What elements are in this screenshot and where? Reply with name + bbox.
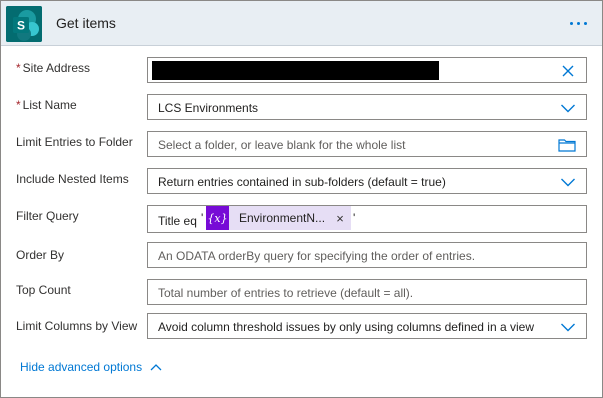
- top-count-label: Top Count: [16, 283, 71, 297]
- order-by-placeholder: An ODATA orderBy query for specifying th…: [158, 249, 476, 263]
- include-nested-dropdown[interactable]: Return entries contained in sub-folders …: [147, 168, 587, 194]
- limit-folder-label: Limit Entries to Folder: [16, 135, 133, 149]
- limit-columns-dropdown[interactable]: Avoid column threshold issues by only us…: [147, 313, 587, 339]
- filter-query-field[interactable]: Title eq ' {x} EnvironmentN... × ': [147, 205, 587, 233]
- sharepoint-letter: S: [17, 19, 25, 33]
- list-name-dropdown[interactable]: LCS Environments: [147, 94, 587, 120]
- redacted-value: [152, 61, 439, 80]
- sharepoint-icon: S: [6, 6, 42, 42]
- advanced-link-label: Hide advanced options: [20, 360, 143, 374]
- order-by-label: Order By: [16, 248, 65, 262]
- order-by-row: Order By An ODATA orderBy query for spec…: [1, 242, 602, 268]
- include-nested-row: Include Nested Items Return entries cont…: [1, 168, 602, 194]
- site-address-label: * Site Address: [16, 61, 91, 75]
- limit-folder-placeholder: Select a folder, or leave blank for the …: [158, 138, 406, 152]
- more-options-button[interactable]: [563, 13, 593, 33]
- limit-folder-row: Limit Entries to Folder Select a folder,…: [1, 131, 602, 157]
- card-header[interactable]: S Get items: [1, 1, 602, 46]
- site-address-field[interactable]: [147, 57, 587, 83]
- list-name-label: * List Name: [16, 98, 77, 112]
- limit-columns-label: Limit Columns by View: [16, 319, 138, 333]
- limit-columns-value: Avoid column threshold issues by only us…: [158, 320, 534, 334]
- limit-columns-row: Limit Columns by View Avoid column thres…: [1, 313, 602, 339]
- more-icon: [569, 21, 573, 25]
- limit-folder-field[interactable]: Select a folder, or leave blank for the …: [147, 131, 587, 157]
- list-name-row: * List Name LCS Environments: [1, 94, 602, 120]
- chevron-up-icon: [150, 364, 162, 371]
- get-items-card: S Get items * Site Address * List Name LCS…: [0, 0, 603, 398]
- include-nested-label: Include Nested Items: [16, 172, 129, 186]
- filter-quote-open: ': [201, 211, 204, 225]
- clear-icon[interactable]: [560, 63, 576, 79]
- top-count-row: Top Count Total number of entries to ret…: [1, 279, 602, 305]
- order-by-field[interactable]: An ODATA orderBy query for specifying th…: [147, 242, 587, 268]
- filter-query-prefix: Title eq: [158, 214, 197, 228]
- list-name-value: LCS Environments: [158, 101, 259, 115]
- chevron-down-icon[interactable]: [560, 319, 576, 335]
- dynamic-content-token[interactable]: {x} EnvironmentN... ×: [206, 206, 352, 230]
- variable-icon: {x}: [206, 206, 229, 230]
- token-remove-icon[interactable]: ×: [333, 211, 351, 226]
- chevron-down-icon[interactable]: [560, 174, 576, 190]
- chevron-down-icon[interactable]: [560, 100, 576, 116]
- filter-query-row: Filter Query Title eq ' {x} EnvironmentN…: [1, 205, 602, 233]
- token-label: EnvironmentN...: [239, 211, 326, 225]
- card-title: Get items: [56, 15, 116, 31]
- site-address-row: * Site Address: [1, 57, 602, 83]
- top-count-placeholder: Total number of entries to retrieve (def…: [158, 286, 414, 300]
- include-nested-value: Return entries contained in sub-folders …: [158, 175, 446, 189]
- folder-icon[interactable]: [558, 137, 576, 153]
- filter-query-label: Filter Query: [16, 209, 79, 223]
- filter-quote-close: ': [353, 211, 356, 225]
- top-count-field[interactable]: Total number of entries to retrieve (def…: [147, 279, 587, 305]
- hide-advanced-options-link[interactable]: Hide advanced options: [20, 360, 162, 374]
